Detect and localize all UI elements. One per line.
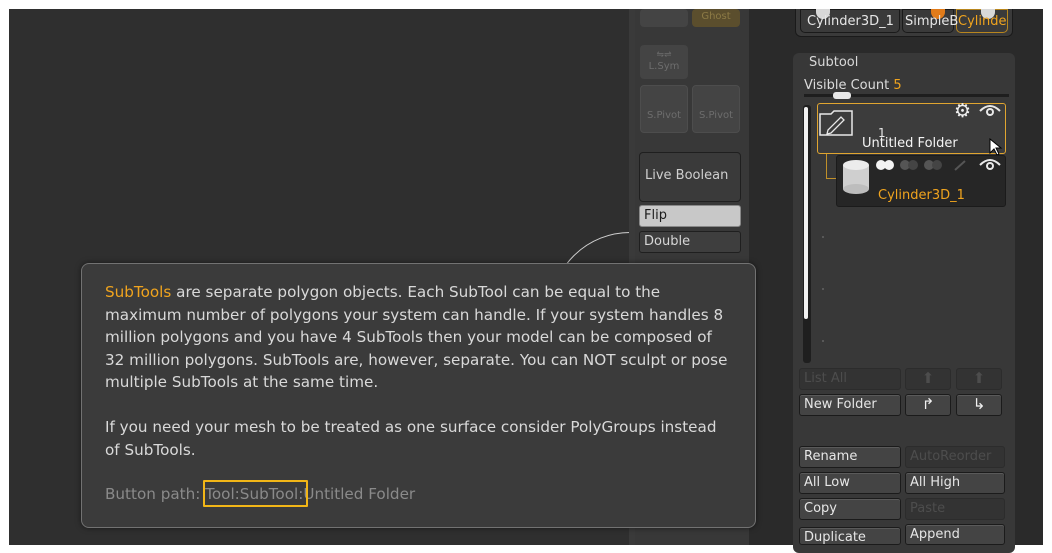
arrow-down-right-icon[interactable]: ↳ [956,394,1002,416]
arrow-up-right-icon[interactable]: ↱ [905,394,951,416]
cylinder-name: Cylinder3D_1 [878,188,965,203]
tooltip-keyword: SubTools [105,283,172,301]
new-folder-button[interactable]: New Folder [799,394,901,416]
tooltip-paragraph-1-text: are separate polygon objects. Each SubTo… [105,283,728,392]
append-button[interactable]: Append [905,524,1005,545]
thumb-label-3[interactable]: Cylinde [958,14,1006,29]
move-up-icon[interactable]: ⬆ [905,368,951,390]
tool-thumbnails: Cylinder3D_1 SimpleB Cylinde [795,9,1013,37]
gear-icon[interactable]: ⚙ [954,100,971,122]
all-high-button[interactable]: All High [905,472,1005,494]
eye-icon[interactable] [979,158,1001,172]
empty-slot-dot [822,288,824,290]
shelf-top-button[interactable] [640,9,688,27]
visible-count-knob[interactable] [833,92,851,99]
subtool-toggle-icons[interactable] [875,158,983,172]
subtool-scroll-thumb[interactable] [804,107,808,319]
copy-button[interactable]: Copy [799,498,901,520]
lsym-button[interactable]: ⇋⇌ L.Sym [640,45,688,79]
tooltip-paragraph-1: SubTools are separate polygon objects. E… [105,281,731,394]
empty-slot-dot [822,340,824,342]
flip-button[interactable]: Flip [639,205,741,227]
eye-icon[interactable] [979,104,1001,118]
spivot-button-2[interactable]: S.Pivot [692,85,740,133]
thumb-label-2[interactable]: SimpleB [905,14,958,29]
help-tooltip: SubTools are separate polygon objects. E… [81,263,756,528]
live-boolean-button[interactable]: Live Boolean [639,152,741,202]
ghost-button[interactable]: Ghost [692,9,740,27]
rename-button[interactable]: Rename [799,446,901,468]
cursor-arrow-icon [989,138,1003,156]
visible-count-label[interactable]: Visible Count 5 [804,78,902,93]
thumb-label-1[interactable]: Cylinder3D_1 [807,14,894,29]
move-down-icon[interactable]: ⬆ [956,368,1002,390]
folder-name: Untitled Folder [862,136,958,151]
paste-button[interactable]: Paste [905,498,1005,520]
all-low-button[interactable]: All Low [799,472,901,494]
tooltip-paragraph-2: If you need your mesh to be treated as o… [105,417,717,459]
empty-slot-dot [822,236,824,238]
cylinder-thumbnail [843,160,869,194]
subtool-title[interactable]: Subtool [809,55,858,70]
duplicate-button[interactable]: Duplicate [799,527,901,545]
spivot-button[interactable]: S.Pivot [640,85,688,133]
tree-connector [826,154,836,179]
pencil-folder-icon[interactable] [819,110,853,136]
auto-reorder-button[interactable]: AutoReorder [905,446,1005,468]
button-path: Button path: Tool:SubTool:Untitled Folde… [105,483,731,506]
list-all-button[interactable]: List All [799,368,901,390]
path-highlight-box [203,480,308,507]
button-path-label: Button path: [105,485,206,504]
double-button[interactable]: Double [639,231,741,253]
